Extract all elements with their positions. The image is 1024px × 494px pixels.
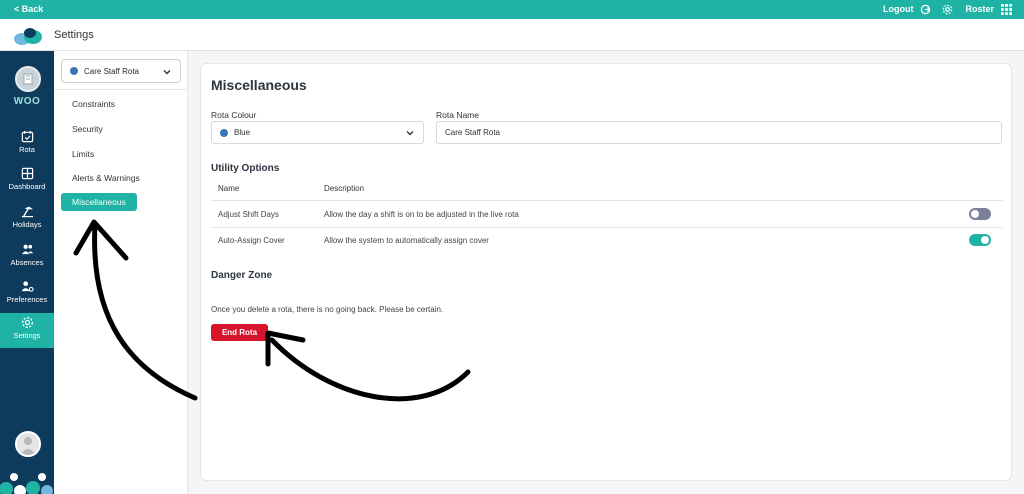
divider [211,200,1003,201]
rota-name-input[interactable]: Care Staff Rota [436,121,1002,144]
header: Settings [0,19,1024,51]
back-link[interactable]: < Back [14,4,43,14]
end-rota-button[interactable]: End Rota [211,324,268,341]
settings-item-security[interactable]: Security [72,124,103,134]
toggle-auto-assign-cover[interactable] [969,234,991,246]
rota-colour-value: Blue [234,128,251,137]
nav-label: Preferences [6,295,48,304]
rota-colour-dot [70,67,78,75]
gear-icon [21,316,33,329]
settings-card: Miscellaneous Rota Colour Blue Rota Name… [200,63,1012,481]
top-bar: < Back Logout Roster [0,0,1024,19]
nav-item-rota[interactable]: Rota [0,127,54,161]
nav-label: Absences [10,258,44,267]
nav-label: Settings [13,331,41,340]
danger-zone-title: Danger Zone [211,270,273,281]
nav-item-holidays[interactable]: Holidays [0,202,54,236]
chevron-down-icon [406,131,414,136]
gear-icon[interactable] [941,3,953,15]
nav-label: Rota [19,145,35,154]
nav-label: Dashboard [8,182,46,191]
dashboard-icon [21,167,33,180]
roster-link[interactable]: Roster [965,4,994,14]
chevron-down-icon [163,70,171,75]
column-header-description: Description [324,184,365,193]
settings-item-alerts-warnings[interactable]: Alerts & Warnings [72,173,140,183]
settings-item-constraints[interactable]: Constraints [72,99,115,109]
rota-colour-dot [220,128,228,137]
rota-select-value: Care Staff Rota [84,66,139,76]
utility-options-title: Utility Options [211,163,280,174]
rota-name-label: Rota Name [436,110,479,120]
settings-side-panel: Care Staff Rota Constraints Security Lim… [54,51,188,494]
nav-item-settings[interactable]: Settings [0,313,54,348]
column-header-name: Name [218,184,240,193]
grid-apps-icon[interactable] [1000,3,1012,15]
app-logo-icon[interactable] [13,25,43,47]
org-avatar[interactable] [15,66,41,92]
calendar-icon [21,130,33,143]
logout-icon[interactable] [919,3,931,15]
option-description: Allow the system to automatically assign… [324,236,489,245]
nav-label: Holidays [12,220,42,229]
absences-icon [21,244,33,255]
top-bar-actions: Logout Roster [883,3,1012,15]
nav-item-absences[interactable]: Absences [0,240,54,274]
decorative-pattern [0,473,53,494]
nav-item-dashboard[interactable]: Dashboard [0,164,54,198]
rota-colour-select[interactable]: Blue [211,121,424,144]
user-avatar[interactable] [15,431,41,457]
danger-zone-text: Once you delete a rota, there is no goin… [211,305,444,314]
nav-item-preferences[interactable]: Preferences [0,277,54,311]
divider [54,89,188,90]
holidays-icon [21,206,33,218]
page-title: Settings [54,29,94,41]
toggle-adjust-shift-days[interactable] [969,208,991,220]
settings-item-miscellaneous[interactable]: Miscellaneous [61,193,137,211]
rota-colour-label: Rota Colour [211,110,257,120]
logout-link[interactable]: Logout [883,4,914,14]
org-name: WOO [13,96,41,107]
divider [211,227,1003,228]
rota-select[interactable]: Care Staff Rota [61,59,181,83]
settings-item-limits[interactable]: Limits [72,149,94,159]
main-content: Miscellaneous Rota Colour Blue Rota Name… [188,51,1024,494]
option-name: Auto-Assign Cover [218,236,285,245]
preferences-icon [20,281,34,292]
option-name: Adjust Shift Days [218,210,279,219]
section-title: Miscellaneous [211,77,307,93]
option-description: Allow the day a shift is on to be adjust… [324,210,519,219]
left-nav: WOO Rota Dashboard Holidays Absences Pre… [0,51,54,494]
